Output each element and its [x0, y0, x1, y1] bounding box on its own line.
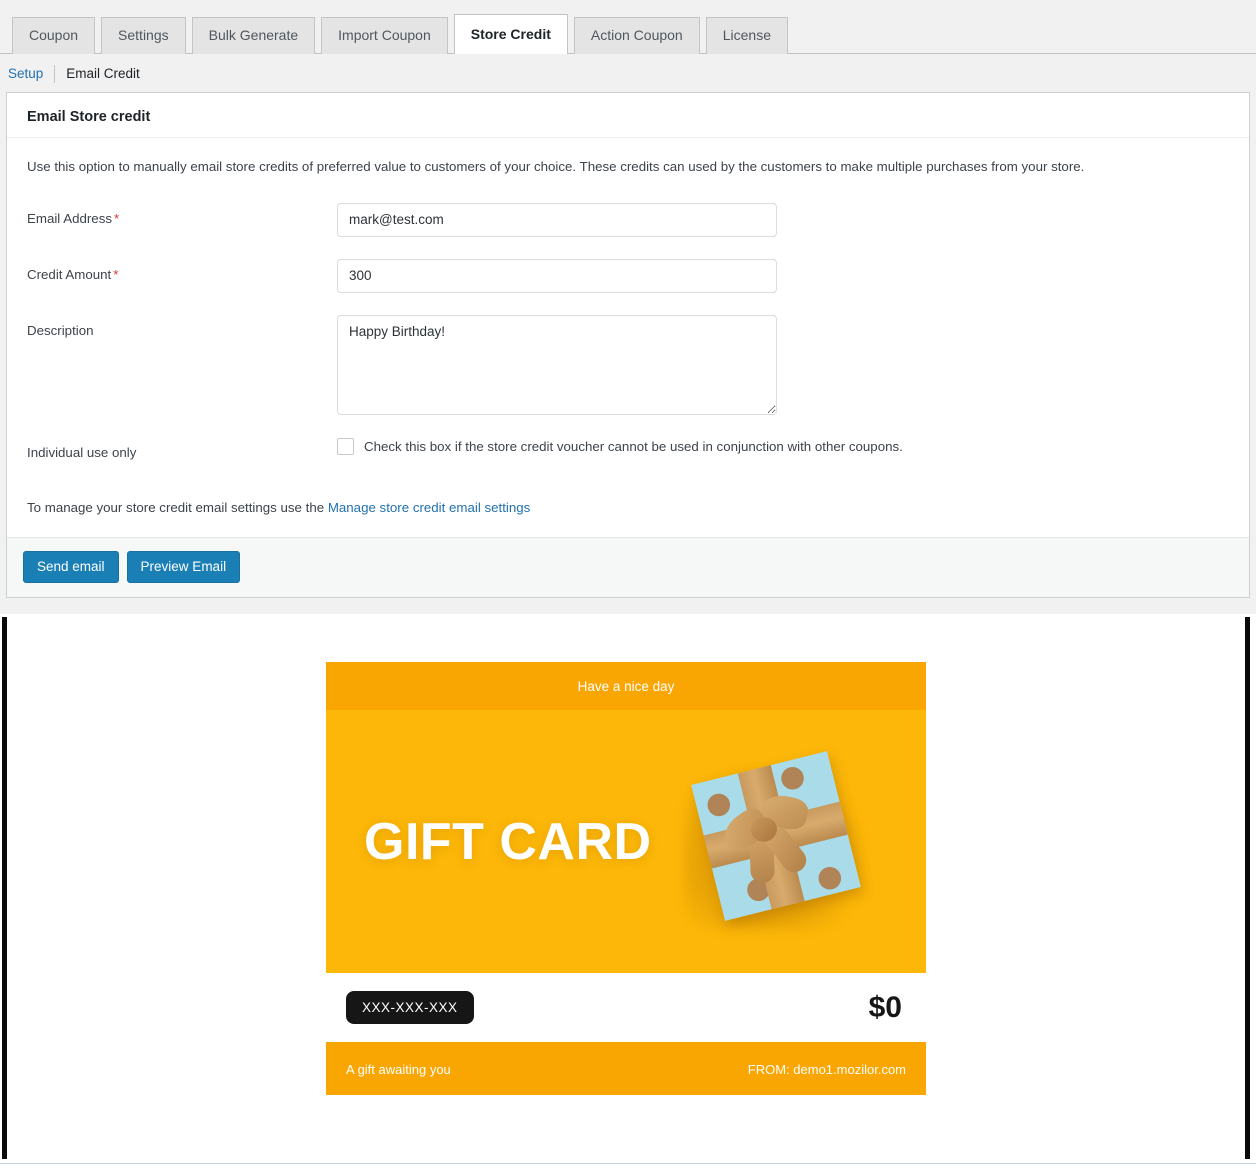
gift-card-banner: Have a nice day [326, 662, 926, 710]
tab-label: License [722, 27, 771, 43]
gift-card-footer-right-text: FROM: demo1.mozilor.com [747, 1061, 906, 1077]
manage-settings-line: To manage your store credit email settin… [27, 500, 1229, 515]
gift-card-code-row: XXX-XXX-XXX $0 [326, 973, 926, 1043]
tab-settings[interactable]: Settings [101, 17, 186, 54]
credit-amount-field-label: Credit Amount * [27, 259, 337, 283]
required-marker: * [113, 266, 119, 282]
individual-use-checkbox-row: Check this box if the store credit vouch… [337, 437, 903, 456]
tab-license[interactable]: License [705, 17, 788, 54]
subnav-item-email-credit[interactable]: Email Credit [55, 66, 151, 81]
send-email-button[interactable]: Send email [23, 550, 119, 584]
credit-amount-label-text: Credit Amount [27, 266, 112, 282]
tab-import-coupon[interactable]: Import Coupon [321, 17, 448, 54]
panel-intro-text: Use this option to manually email store … [27, 159, 1085, 174]
gift-card-footer: A gift awaiting you FROM: demo1.mozilor.… [326, 1043, 926, 1095]
tab-label: Store Credit [470, 26, 551, 42]
tab-label: Action Coupon [590, 27, 683, 43]
individual-use-label: Individual use only [27, 444, 137, 460]
field-row-individual-use: Individual use only Check this box if th… [27, 437, 1229, 464]
email-field-label: Email Address * [27, 203, 337, 227]
email-store-credit-panel: Email Store credit Use this option to ma… [6, 92, 1250, 599]
manage-store-credit-email-settings-link[interactable]: Manage store credit email settings [328, 500, 531, 515]
tab-action-coupon[interactable]: Action Coupon [573, 17, 700, 54]
panel-footer: Send email Preview Email [7, 536, 1249, 598]
manage-settings-prefix: To manage your store credit email settin… [27, 499, 328, 515]
preview-frame-bottom-line [0, 1163, 1256, 1164]
preview-email-button[interactable]: Preview Email [126, 550, 241, 584]
required-marker: * [114, 210, 120, 226]
tab-label: Bulk Generate [208, 27, 299, 43]
panel-header: Email Store credit [7, 93, 1249, 138]
tab-label: Settings [118, 27, 169, 43]
description-field[interactable] [337, 314, 777, 415]
gift-box-icon [678, 740, 878, 940]
tab-coupon[interactable]: Coupon [12, 17, 96, 54]
field-row-credit-amount: Credit Amount * [27, 258, 1229, 293]
email-field[interactable] [337, 202, 777, 237]
tab-label: Import Coupon [338, 27, 431, 43]
breadcrumb: Setup Email Credit [0, 55, 1256, 92]
preview-frame-left-edge [2, 617, 7, 1159]
tab-label: Coupon [29, 27, 79, 43]
individual-use-checkbox[interactable] [337, 437, 354, 455]
field-row-email: Email Address * [27, 202, 1229, 237]
subnav-item-setup[interactable]: Setup [0, 66, 54, 81]
field-row-description: Description [27, 314, 1229, 415]
individual-use-checkbox-text: Check this box if the store credit vouch… [364, 438, 903, 454]
gift-card-amount: $0 [868, 990, 902, 1024]
gift-card-code-badge: XXX-XXX-XXX [346, 990, 474, 1025]
preview-frame-right-edge [1245, 617, 1250, 1159]
gift-card-preview: Have a nice day GIFT CARD XXX-XXX-XXX $0… [326, 662, 926, 1095]
gift-card-hero: GIFT CARD [326, 710, 926, 973]
page-title: Email Store credit [27, 109, 151, 125]
panel-body: Use this option to manually email store … [7, 138, 1249, 537]
gift-card-hero-title: GIFT CARD [364, 812, 652, 871]
credit-amount-field[interactable] [337, 258, 777, 293]
tab-store-credit[interactable]: Store Credit [453, 14, 568, 54]
email-preview-area: Have a nice day GIFT CARD XXX-XXX-XXX $0… [0, 614, 1256, 1168]
description-field-label: Description [27, 322, 94, 338]
tab-bar: Coupon Settings Bulk Generate Import Cou… [0, 0, 1256, 54]
email-label-text: Email Address [27, 210, 112, 226]
tab-list: Coupon Settings Bulk Generate Import Cou… [12, 13, 788, 54]
gift-card-banner-text: Have a nice day [577, 678, 675, 694]
tab-bulk-generate[interactable]: Bulk Generate [191, 17, 316, 54]
gift-card-footer-left-text: A gift awaiting you [346, 1061, 451, 1077]
